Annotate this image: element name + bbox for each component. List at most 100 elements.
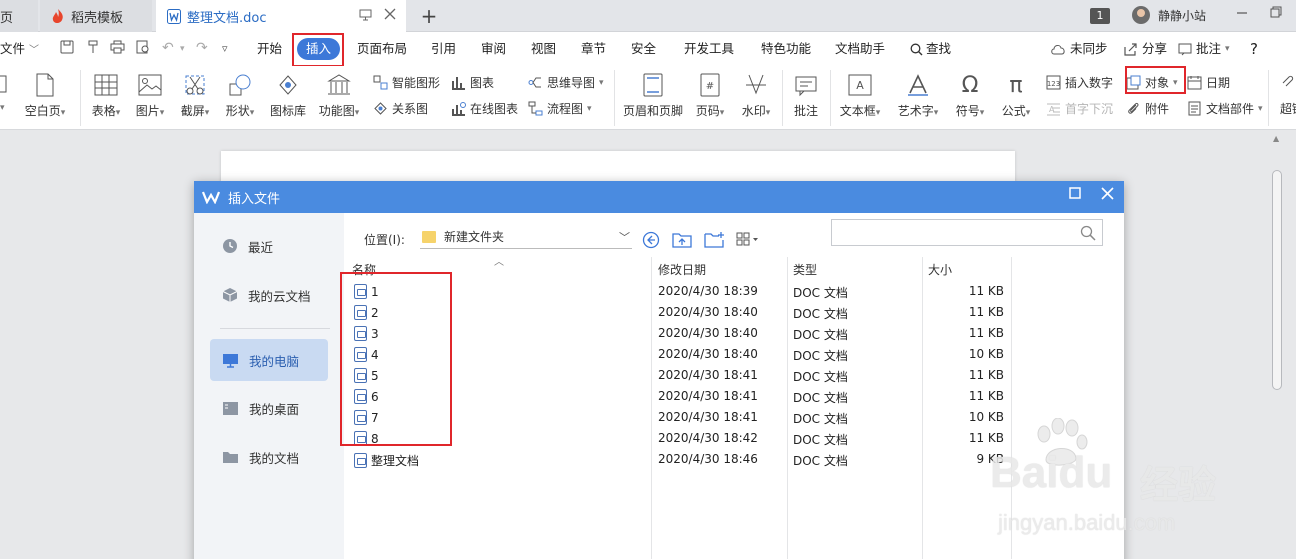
mind-map-icon <box>527 75 543 91</box>
file-size: 11 KB <box>968 431 1004 445</box>
flowchart-button[interactable]: 流程图 ▾ <box>527 100 592 117</box>
menu-find[interactable]: 查找 <box>910 32 951 66</box>
close-tab-icon[interactable] <box>384 8 396 25</box>
column-header-type[interactable]: 类型 <box>793 261 817 278</box>
tab-docer[interactable]: 稻壳模板 <box>40 0 152 32</box>
table-row[interactable]: 整理文档 2020/4/30 18:46 DOC 文档 9 KB <box>352 449 1012 470</box>
symbol-button[interactable]: Ω 符号▾ <box>950 72 990 119</box>
date-button[interactable]: 日期 <box>1186 74 1230 91</box>
sidebar-item-cloud-docs[interactable]: 我的云文档 <box>210 274 328 316</box>
svg-text:123: 123 <box>1046 80 1059 88</box>
print-icon[interactable] <box>110 40 125 58</box>
menu-doc-assistant[interactable]: 文档助手 <box>835 32 885 66</box>
help-button[interactable]: ? <box>1250 32 1258 66</box>
hyperlink-icon[interactable] <box>1280 74 1296 90</box>
scrollbar-thumb[interactable] <box>1272 170 1282 390</box>
shape-button[interactable]: 形状▾ <box>220 72 260 119</box>
tab-home[interactable]: 页 <box>0 0 38 32</box>
cover-dropdown-icon[interactable]: ▾ <box>0 103 5 113</box>
maximize-icon[interactable] <box>1069 187 1081 204</box>
function-chart-button[interactable]: 功能图▾ <box>314 72 364 119</box>
minimize-icon[interactable] <box>1236 6 1248 22</box>
column-header-size[interactable]: 大小 <box>928 261 952 278</box>
header-footer-button[interactable]: 页眉和页脚 <box>620 72 686 119</box>
sidebar-item-label: 我的文档 <box>249 450 300 466</box>
annotation-button[interactable]: 批注 <box>788 72 824 119</box>
document-scrollbar[interactable]: ▲ <box>1270 132 1284 559</box>
new-folder-icon[interactable] <box>704 231 724 252</box>
icon-library-button[interactable]: 图标库 <box>266 72 310 119</box>
scroll-up-icon[interactable]: ▲ <box>1273 134 1279 143</box>
menu-start[interactable]: 开始 <box>257 32 282 66</box>
search-icon[interactable] <box>1080 225 1096 241</box>
dialog-titlebar[interactable]: 插入文件 <box>194 181 1124 213</box>
share-button[interactable]: 分享 <box>1124 32 1167 66</box>
doc-parts-button[interactable]: 文档部件 ▾ <box>1186 100 1263 117</box>
blank-page-button[interactable]: 空白页▾ <box>20 72 70 119</box>
menu-file[interactable]: 文件 ﹀ <box>0 32 39 66</box>
wordart-button[interactable]: 艺术字▾ <box>892 72 944 119</box>
sync-button[interactable]: 未同步 <box>1050 32 1108 66</box>
icon-library-icon <box>275 72 301 98</box>
file-type: DOC 文档 <box>793 454 848 468</box>
smart-shape-icon <box>372 75 388 91</box>
insert-file-dialog: 插入文件 最近 我的云文档 我的电脑 我的桌面 我的文档 位置(I): 新建文件… <box>194 181 1124 559</box>
sidebar-item-my-computer[interactable]: 我的电脑 <box>210 339 328 381</box>
table-button[interactable]: 表格▾ <box>86 72 126 119</box>
watermark-button[interactable]: 水印▾ <box>736 72 776 119</box>
back-icon[interactable] <box>642 231 660 252</box>
smart-shape-button[interactable]: 智能图形 <box>372 74 440 91</box>
menu-section[interactable]: 章节 <box>581 32 606 66</box>
svg-text:A: A <box>856 79 864 92</box>
view-mode-icon[interactable] <box>736 231 760 252</box>
page-number-label: 页码 <box>695 104 720 118</box>
cover-page-partial-icon[interactable] <box>0 74 10 94</box>
restore-icon[interactable] <box>1270 6 1282 22</box>
user-account[interactable]: 静静小站 <box>1132 6 1206 24</box>
column-header-date[interactable]: 修改日期 <box>658 261 706 278</box>
menu-security[interactable]: 安全 <box>631 32 656 66</box>
file-size: 11 KB <box>968 326 1004 340</box>
chart-button[interactable]: 图表 <box>450 74 494 91</box>
format-painter-icon[interactable] <box>86 40 100 58</box>
menu-features[interactable]: 特色功能 <box>761 32 811 66</box>
mind-map-button[interactable]: 思维导图 ▾ <box>527 74 604 91</box>
menu-page-layout[interactable]: 页面布局 <box>357 32 407 66</box>
header-footer-label: 页眉和页脚 <box>622 104 683 118</box>
hyperlink-partial-button[interactable]: 超链 <box>1280 100 1296 117</box>
menu-review[interactable]: 审阅 <box>481 32 506 66</box>
sidebar-divider <box>220 328 330 329</box>
comment-menu-button[interactable]: 批注 ▾ <box>1178 32 1230 66</box>
picture-button[interactable]: 图片▾ <box>130 72 170 119</box>
drop-cap-button[interactable]: A 首字下沉 <box>1045 100 1113 117</box>
menu-references[interactable]: 引用 <box>431 32 456 66</box>
up-folder-icon[interactable] <box>672 231 692 252</box>
menu-developer[interactable]: 开发工具 <box>684 32 734 66</box>
online-chart-button[interactable]: 在线图表 <box>450 100 518 117</box>
page-number-button[interactable]: # 页码▾ <box>690 72 730 119</box>
screenshot-button[interactable]: 截屏▾ <box>175 72 215 119</box>
undo-icon[interactable]: ↶ <box>162 40 174 56</box>
new-tab-button[interactable]: + <box>418 4 440 28</box>
location-select[interactable]: 新建文件夹 ﹀ <box>420 225 632 249</box>
sidebar-item-my-docs[interactable]: 我的文档 <box>210 436 328 478</box>
relation-chart-button[interactable]: 关系图 <box>372 100 428 117</box>
textbox-button[interactable]: A 文本框▾ <box>836 72 884 119</box>
sidebar-item-recent[interactable]: 最近 <box>210 225 328 267</box>
dialog-close-icon[interactable] <box>1101 187 1114 204</box>
sidebar-item-desktop[interactable]: 我的桌面 <box>210 387 328 429</box>
menu-view[interactable]: 视图 <box>531 32 556 66</box>
undo-dropdown-icon[interactable]: ▾ <box>180 44 185 54</box>
file-type: DOC 文档 <box>793 328 848 342</box>
window-mode-icon[interactable] <box>359 8 372 25</box>
insert-number-button[interactable]: 123 插入数字 <box>1045 74 1113 91</box>
file-search-input[interactable] <box>832 220 1072 245</box>
attachment-button[interactable]: 附件 <box>1125 100 1169 117</box>
customize-qat-icon[interactable]: ▿ <box>222 42 228 55</box>
tab-current-doc[interactable]: 整理文档.doc <box>156 0 406 33</box>
ribbon: ▾ 空白页▾ 表格▾ 图片▾ 截屏▾ 形状▾ 图标库 功能图▾ 智能图形 图表 … <box>0 66 1296 130</box>
print-preview-icon[interactable] <box>136 40 150 58</box>
redo-icon[interactable]: ↷ <box>196 40 208 56</box>
formula-button[interactable]: π 公式▾ <box>996 72 1036 119</box>
save-icon[interactable] <box>60 40 74 58</box>
